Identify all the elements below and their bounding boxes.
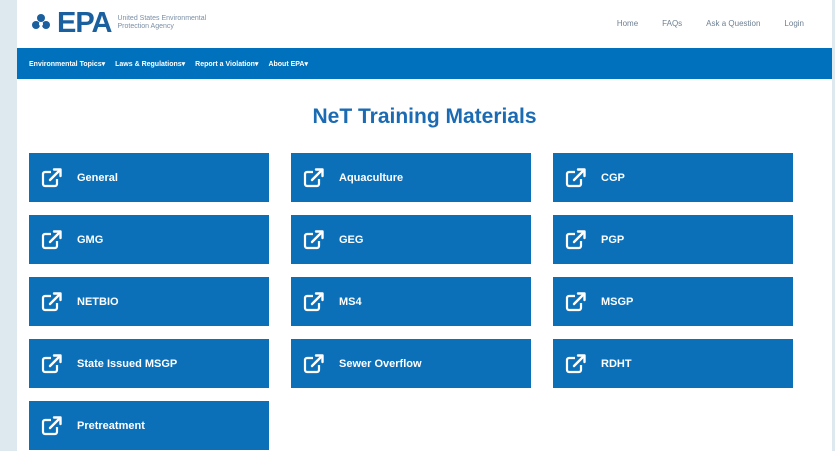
external-link-icon	[303, 167, 325, 189]
tile-state-issued-msgp[interactable]: State Issued MSGP	[29, 339, 269, 388]
tile-label: GMG	[77, 233, 104, 246]
tile-geg[interactable]: GEG	[291, 215, 531, 264]
external-link-icon	[565, 291, 587, 313]
agency-name: United States Environmental Protection A…	[117, 15, 207, 30]
nav-about-epa[interactable]: About EPA▾	[268, 60, 308, 68]
login-link[interactable]: Login	[784, 19, 804, 28]
nav-laws-regulations[interactable]: Laws & Regulations▾	[115, 60, 185, 68]
tile-cgp[interactable]: CGP	[553, 153, 793, 202]
utility-links: Home FAQs Ask a Question Login	[617, 19, 804, 28]
external-link-icon	[41, 415, 63, 437]
tile-label: NETBIO	[77, 295, 119, 308]
home-link[interactable]: Home	[617, 19, 638, 28]
tile-netbio[interactable]: NETBIO	[29, 277, 269, 326]
ask-question-link[interactable]: Ask a Question	[706, 19, 760, 28]
nav-environmental-topics[interactable]: Environmental Topics▾	[29, 60, 105, 68]
tile-general[interactable]: General	[29, 153, 269, 202]
tile-label: MS4	[339, 295, 362, 308]
tile-ms4[interactable]: MS4	[291, 277, 531, 326]
external-link-icon	[41, 167, 63, 189]
external-link-icon	[303, 229, 325, 251]
external-link-icon	[303, 291, 325, 313]
tile-rdht[interactable]: RDHT	[553, 339, 793, 388]
header: EPA United States Environmental Protecti…	[17, 0, 832, 46]
tile-gmg[interactable]: GMG	[29, 215, 269, 264]
nav-report-violation[interactable]: Report a Violation▾	[195, 60, 258, 68]
tile-label: State Issued MSGP	[77, 357, 178, 370]
tile-label: Aquaculture	[339, 171, 404, 184]
external-link-icon	[41, 229, 63, 251]
tile-msgp[interactable]: MSGP	[553, 277, 793, 326]
tile-label: Sewer Overflow	[339, 357, 422, 370]
tile-label: RDHT	[601, 357, 632, 370]
external-link-icon	[41, 353, 63, 375]
faqs-link[interactable]: FAQs	[662, 19, 682, 28]
tile-sewer-overflow[interactable]: Sewer Overflow	[291, 339, 531, 388]
logo-text: EPA	[57, 6, 112, 39]
external-link-icon	[303, 353, 325, 375]
tile-label: MSGP	[601, 295, 634, 308]
tile-grid: General Aquaculture CGP GMG GEG PGP NETBIO MS4 M…	[29, 153, 793, 450]
external-link-icon	[565, 353, 587, 375]
tile-label: CGP	[601, 171, 625, 184]
tile-aquaculture[interactable]: Aquaculture	[291, 153, 531, 202]
external-link-icon	[565, 167, 587, 189]
page-title: NeT Training Materials	[312, 105, 537, 128]
tile-pretreatment[interactable]: Pretreatment	[29, 401, 269, 450]
page-frame: EPA United States Environmental Protecti…	[17, 0, 832, 451]
main-nav: Environmental Topics▾ Laws & Regulations…	[17, 48, 832, 79]
tile-pgp[interactable]: PGP	[553, 215, 793, 264]
tile-label: GEG	[339, 233, 364, 246]
external-link-icon	[565, 229, 587, 251]
external-link-icon	[41, 291, 63, 313]
epa-flower-icon	[31, 13, 51, 33]
tile-label: General	[77, 171, 118, 184]
epa-logo[interactable]: EPA United States Environmental Protecti…	[31, 6, 207, 39]
tile-label: PGP	[601, 233, 625, 246]
tile-label: Pretreatment	[77, 419, 145, 432]
